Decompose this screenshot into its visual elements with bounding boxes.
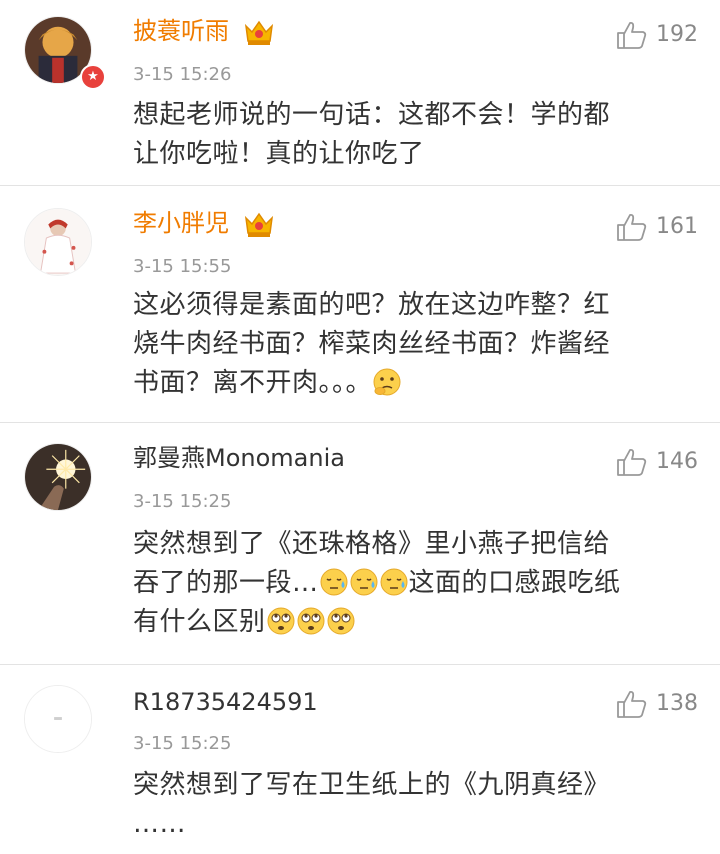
comment-line: 让你吃啦！真的让你吃了 (133, 139, 425, 169)
comment-line: 烧牛肉经书面？榨菜肉丝经书面？炸酱经 (133, 329, 611, 359)
crown-icon (244, 212, 274, 237)
comment-line: 想起老师说的一句话：这都不会！学的都 (133, 100, 611, 130)
crown-icon (244, 20, 274, 45)
comment-item: R18735424591 3-15 15:25 突然想到了写在卫生纸上的《九阴真… (0, 665, 720, 854)
comment-line: 突然想到了《还珠格格》里小燕子把信给 (133, 529, 611, 559)
timestamp: 3-15 15:55 (133, 256, 232, 277)
comment-line: 突然想到了写在卫生纸上的《九阴真经》 (133, 770, 611, 800)
username[interactable]: 李小胖児 (133, 208, 229, 238)
eye-roll-emoji-icon (327, 607, 355, 635)
comment-item: 郭曼燕Monomania 3-15 15:25 突然想到了《还珠格格》里小燕子把… (0, 423, 720, 665)
username[interactable]: R18735424591 (133, 687, 318, 717)
thumbs-up-icon (617, 213, 647, 241)
like-button[interactable]: 192 (616, 18, 706, 52)
thumbs-up-icon (617, 448, 647, 476)
comment-line: 书面？离不开肉。。。 (133, 364, 693, 403)
comment-text: 突然想到了写在卫生纸上的《九阴真经》 …… (133, 766, 693, 844)
username[interactable]: 郭曼燕Monomania (133, 443, 345, 473)
comment-text: 突然想到了《还珠格格》里小燕子把信给 吞了的那一段… 这面的口感跟吃纸 有什么区别 (133, 525, 693, 642)
avatar[interactable] (24, 443, 92, 511)
comment-line: …… (133, 809, 186, 839)
comment-line: 吞了的那一段… 这面的口感跟吃纸 (133, 568, 621, 598)
username[interactable]: 披蓑听雨 (133, 16, 229, 46)
like-count: 146 (656, 449, 698, 474)
like-count: 161 (656, 214, 698, 239)
comment-line: 这必须得是素面的吧？放在这边咋整？红 (133, 290, 611, 320)
timestamp: 3-15 15:25 (133, 491, 232, 512)
like-count: 138 (656, 691, 698, 716)
thinking-emoji-icon (373, 368, 401, 396)
comment-text: 这必须得是素面的吧？放在这边咋整？红 烧牛肉经书面？榨菜肉丝经书面？炸酱经 书面… (133, 286, 693, 403)
comment-text: 想起老师说的一句话：这都不会！学的都 让你吃啦！真的让你吃了 (133, 96, 693, 174)
like-button[interactable]: 138 (616, 687, 706, 721)
verified-badge-icon: ★ (80, 64, 106, 90)
comment-item: ★ 披蓑听雨 3-15 15:26 想起老师说的一句话：这都不会！学的都 让你吃… (0, 0, 720, 186)
like-count: 192 (656, 22, 698, 47)
comment-item: 李小胖児 3-15 15:55 这必须得是素面的吧？放在这边咋整？红 烧牛肉经书… (0, 186, 720, 423)
timestamp: 3-15 15:25 (133, 733, 232, 754)
eye-roll-emoji-icon (297, 607, 325, 635)
avatar[interactable] (24, 208, 92, 276)
sweat-emoji-icon (350, 568, 378, 596)
sweat-emoji-icon (380, 568, 408, 596)
avatar[interactable] (24, 685, 92, 753)
comment-line: 有什么区别 (133, 603, 693, 642)
thumbs-up-icon (617, 690, 647, 718)
timestamp: 3-15 15:26 (133, 64, 232, 85)
like-button[interactable]: 161 (616, 210, 706, 244)
sweat-emoji-icon (320, 568, 348, 596)
thumbs-up-icon (617, 21, 647, 49)
like-button[interactable]: 146 (616, 445, 706, 479)
eye-roll-emoji-icon (267, 607, 295, 635)
comment-feed: ★ 披蓑听雨 3-15 15:26 想起老师说的一句话：这都不会！学的都 让你吃… (0, 0, 720, 854)
